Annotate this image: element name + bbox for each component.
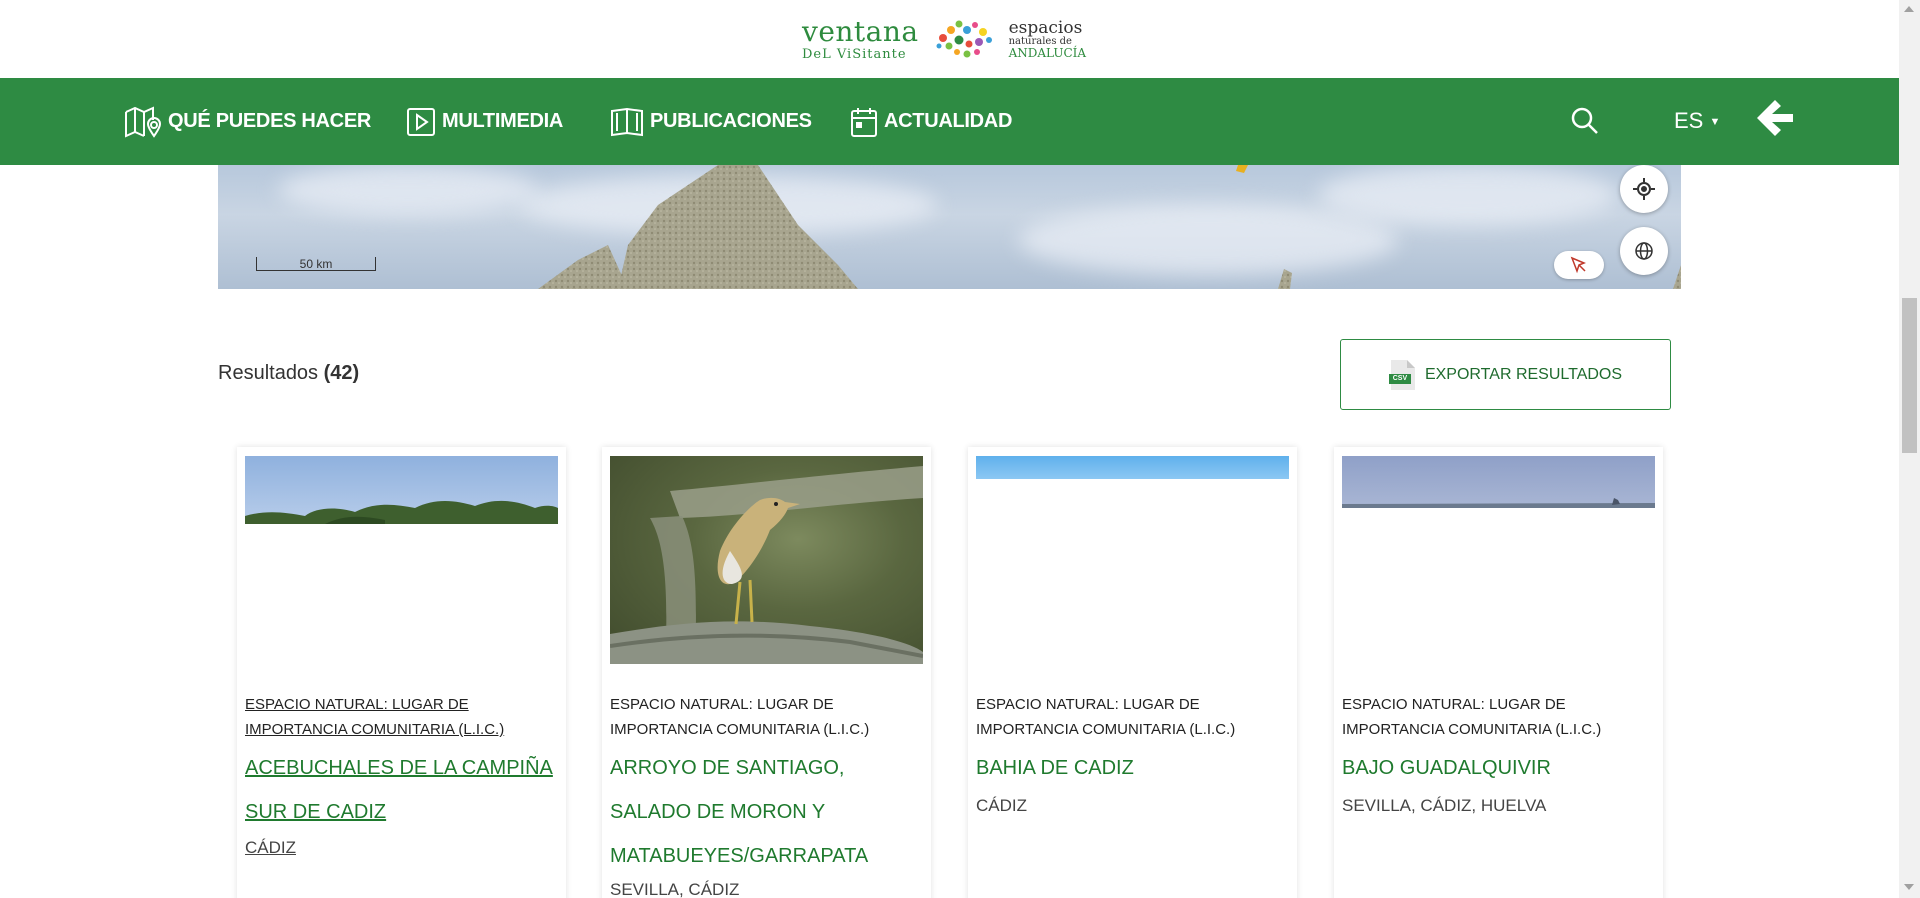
nav-label: MULTIMEDIA [442,110,564,132]
card-category[interactable]: ESPACIO NATURAL: LUGAR DE IMPORTANCIA CO… [976,692,1289,742]
result-card[interactable]: ESPACIO NATURAL: LUGAR DE IMPORTANCIA CO… [1334,447,1663,898]
main-nav: QUÉ PUEDES HACER MULTIMEDIA PUBLICACIONE… [0,78,1899,165]
logo-espacios-text: espacios naturales de ANDALUCÍA [1008,17,1087,60]
map-scale-bar: 50 km [256,257,376,271]
search-button[interactable] [1570,106,1600,141]
nav-item-multimedia[interactable]: MULTIMEDIA [406,78,563,165]
page-scrollbar[interactable] [1899,0,1920,898]
export-results-button[interactable]: CSV EXPORTAR RESULTADOS [1340,339,1671,410]
scroll-up-arrow-icon[interactable] [1904,6,1914,12]
play-icon [407,107,435,136]
language-selector[interactable]: ES ▼ [1674,108,1720,134]
book-icon [611,107,643,136]
nav-item-que-puedes-hacer[interactable]: QUÉ PUEDES HACER [124,78,371,165]
card-image [610,456,923,664]
site-logo[interactable]: ventana DeL ViSitante espacios naturales… [802,12,1086,66]
card-title[interactable]: BAHIA DE CADIZ [976,746,1289,790]
csv-file-icon: CSV [1388,359,1415,390]
card-location: SEVILLA, CÁDIZ [610,880,740,898]
globe-icon [1635,242,1653,260]
card-title[interactable]: BAJO GUADALQUIVIR [1342,746,1655,790]
map-pin-icon [125,105,162,138]
map-select-tool-button[interactable] [1554,251,1604,279]
scroll-down-arrow-icon[interactable] [1904,884,1914,890]
nav-label: PUBLICACIONES [650,110,812,132]
result-card[interactable]: ESPACIO NATURAL: LUGAR DE IMPORTANCIA CO… [968,447,1297,898]
scrollbar-thumb[interactable] [1902,298,1917,453]
nav-label: QUÉ PUEDES HACER [168,110,372,132]
logo-esp2: naturales de [1008,35,1072,47]
caret-down-icon: ▼ [1709,116,1721,129]
logo-esp3: ANDALUCÍA [1008,45,1087,60]
card-title[interactable]: ACEBUCHALES DE LA CAMPIÑA SUR DE CADIZ [245,746,558,834]
result-card[interactable]: ESPACIO NATURAL: LUGAR DE IMPORTANCIA CO… [602,447,931,898]
card-category[interactable]: ESPACIO NATURAL: LUGAR DE IMPORTANCIA CO… [610,692,923,742]
results-map[interactable]: 50 km [218,165,1681,289]
search-icon [1571,107,1598,134]
logo-line2: DeL ViSitante [802,46,907,62]
card-image [1342,456,1655,664]
header-logo-bar: ventana DeL ViSitante espacios naturales… [0,0,1899,78]
result-card[interactable]: ESPACIO NATURAL: LUGAR DE IMPORTANCIA CO… [237,447,566,898]
logo-esp1: espacios [1008,17,1083,38]
locate-me-button[interactable] [1620,165,1668,213]
results-count-value: (42) [323,362,360,384]
card-image [245,456,558,664]
crosshair-icon [1633,178,1655,200]
cursor-icon [1570,256,1586,274]
logo-line1: ventana [802,14,919,48]
nav-label: ACTUALIDAD [884,110,1013,132]
nav-item-actualidad[interactable]: ACTUALIDAD [850,78,1012,165]
card-category[interactable]: ESPACIO NATURAL: LUGAR DE IMPORTANCIA CO… [245,692,558,742]
results-label-text: Resultados [218,362,319,384]
map-scale-label: 50 km [299,257,333,271]
nav-item-publicaciones[interactable]: PUBLICACIONES [610,78,812,165]
language-label: ES [1674,108,1704,133]
results-count: Resultados (42) [218,362,359,385]
calendar-icon [851,107,877,137]
card-category[interactable]: ESPACIO NATURAL: LUGAR DE IMPORTANCIA CO… [1342,692,1655,742]
csv-icon-label: CSV [1392,374,1408,382]
back-button[interactable] [1757,98,1795,143]
card-location: CÁDIZ [976,796,1027,815]
card-image [976,456,1289,664]
map-layers-button[interactable] [1620,227,1668,275]
export-label: EXPORTAR RESULTADOS [1424,365,1623,383]
card-location: CÁDIZ [245,838,296,857]
map-terrain [538,165,1681,289]
arrow-left-icon [1757,100,1793,136]
card-location: SEVILLA, CÁDIZ, HUELVA [1342,796,1547,815]
logo-ventana-text: ventana DeL ViSitante [802,14,919,62]
card-title[interactable]: ARROYO DE SANTIAGO, SALADO DE MORON Y MA… [610,746,923,878]
logo-flower-icon [929,16,999,62]
